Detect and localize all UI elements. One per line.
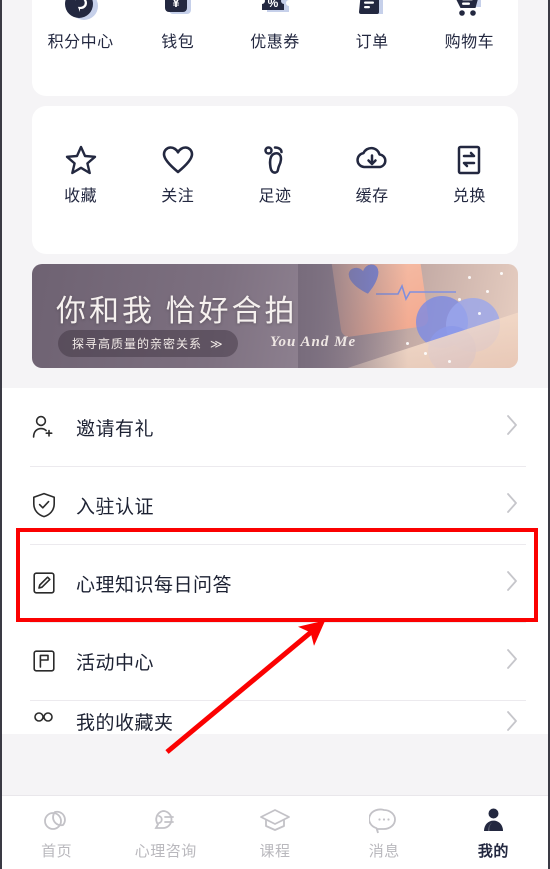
tab-courses[interactable]: 课程 — [220, 805, 329, 861]
grid-item-order[interactable]: 订单 — [327, 0, 417, 51]
exchange-icon — [451, 140, 487, 180]
banner-cta-button[interactable]: 探寻高质量的亲密关系 ≫ — [58, 330, 238, 357]
star-icon — [63, 140, 99, 180]
banner-cta-label: 探寻高质量的亲密关系 — [72, 337, 203, 351]
grid-label: 积分中心 — [47, 34, 114, 51]
grid-label: 关注 — [161, 188, 195, 205]
banner-subtitle: You And Me — [270, 334, 357, 350]
chevron-right-icon — [502, 490, 522, 521]
grid-item-coupon[interactable]: % 优惠券 — [230, 0, 320, 51]
chevron-right-icon — [502, 646, 522, 677]
banner-gradient-overlay — [298, 264, 408, 368]
flag-box-icon — [30, 647, 64, 675]
home-shapes-icon — [42, 805, 72, 835]
heart-icon — [160, 140, 196, 180]
tab-messages[interactable]: 消息 — [330, 805, 439, 861]
list-item-activity-center[interactable]: 活动中心 — [2, 622, 548, 700]
grid-item-favorites[interactable]: 收藏 — [36, 140, 126, 205]
counseling-chat-icon — [150, 805, 182, 835]
svg-text:%: % — [268, 0, 279, 10]
bottom-tab-bar: 首页 心理咨询 课程 消息 我的 — [2, 795, 548, 869]
grid-label: 购物车 — [444, 34, 495, 51]
edit-note-icon — [30, 569, 64, 597]
grid-item-exchange[interactable]: 兑换 — [424, 140, 514, 205]
grid-label: 足迹 — [258, 188, 292, 205]
grid-item-wallet[interactable]: ¥ 钱包 — [133, 0, 223, 51]
tab-profile[interactable]: 我的 — [439, 805, 548, 861]
profile-person-icon — [478, 805, 508, 835]
shopping-cart-icon — [449, 0, 489, 26]
grid-item-cache[interactable]: 缓存 — [327, 140, 417, 205]
partial-row-label: 我的收藏夹 — [76, 713, 174, 734]
grid-label: 收藏 — [64, 188, 98, 205]
tab-label: 我的 — [477, 842, 509, 860]
tab-label: 课程 — [259, 842, 291, 860]
scrollable-content[interactable]: 积分中心 ¥ 钱包 % 优惠券 订单 购物车 收藏 关注 足迹 缓存 兑换 你和… — [2, 0, 548, 795]
tab-home[interactable]: 首页 — [2, 805, 111, 861]
quick-entry-card-second: 收藏 关注 足迹 缓存 兑换 — [32, 106, 518, 254]
user-add-icon — [30, 413, 64, 441]
list-item-partially-visible[interactable]: 我的收藏夹 — [2, 700, 548, 734]
grid-label: 缓存 — [355, 188, 389, 205]
grid-item-points-center[interactable]: 积分中心 — [36, 0, 126, 51]
partial-row-icon — [30, 708, 64, 734]
tab-label: 心理咨询 — [134, 842, 197, 860]
list-item-label: 活动中心 — [76, 652, 155, 674]
message-bubble-icon — [369, 805, 399, 835]
chevron-right-icon — [502, 708, 522, 734]
quick-entry-card-top: 积分中心 ¥ 钱包 % 优惠券 订单 购物车 — [32, 0, 518, 96]
tab-label: 首页 — [41, 842, 73, 860]
quick-entry-row-second: 收藏 关注 足迹 缓存 兑换 — [32, 140, 518, 205]
grid-label: 订单 — [355, 34, 389, 51]
order-document-icon — [352, 0, 392, 26]
points-heart-icon — [61, 0, 101, 26]
chevron-right-icon — [502, 568, 522, 599]
coupon-percent-icon: % — [255, 0, 295, 26]
grid-label: 优惠券 — [250, 34, 300, 51]
list-item-invite-rewards[interactable]: 邀请有礼 — [2, 388, 548, 466]
chevron-double-right-icon: ≫ — [210, 336, 224, 351]
footprint-icon — [257, 140, 293, 180]
list-item-settlement-certification[interactable]: 入驻认证 — [2, 466, 548, 544]
chevron-right-icon — [502, 412, 522, 443]
graduation-cap-icon — [259, 805, 291, 835]
grid-item-footprint[interactable]: 足迹 — [230, 140, 320, 205]
grid-label: 兑换 — [452, 188, 486, 205]
list-item-daily-psychology-qa[interactable]: 心理知识每日问答 — [2, 544, 548, 622]
grid-label: 钱包 — [161, 34, 195, 51]
list-item-label: 邀请有礼 — [76, 418, 155, 440]
shield-check-icon — [30, 491, 64, 519]
svg-text:¥: ¥ — [172, 0, 180, 10]
wallet-yuan-icon: ¥ — [158, 0, 198, 26]
grid-item-shopping-cart[interactable]: 购物车 — [424, 0, 514, 51]
list-item-label: 入驻认证 — [76, 496, 155, 518]
promo-banner[interactable]: 你和我 恰好合拍 探寻高质量的亲密关系 ≫ You And Me — [32, 264, 518, 368]
list-item-label: 心理知识每日问答 — [76, 574, 233, 596]
app-screen: 积分中心 ¥ 钱包 % 优惠券 订单 购物车 收藏 关注 足迹 缓存 兑换 你和… — [0, 0, 550, 869]
quick-entry-row-top: 积分中心 ¥ 钱包 % 优惠券 订单 购物车 — [32, 0, 518, 51]
grid-item-follow[interactable]: 关注 — [133, 140, 223, 205]
tab-counseling[interactable]: 心理咨询 — [111, 805, 220, 861]
banner-title: 你和我 恰好合拍 — [56, 295, 298, 328]
menu-list: 邀请有礼 入驻认证 心理知识每日问答 活动中心 我的收藏夹 — [2, 388, 548, 734]
tab-label: 消息 — [368, 842, 400, 860]
cloud-download-icon — [354, 140, 390, 180]
